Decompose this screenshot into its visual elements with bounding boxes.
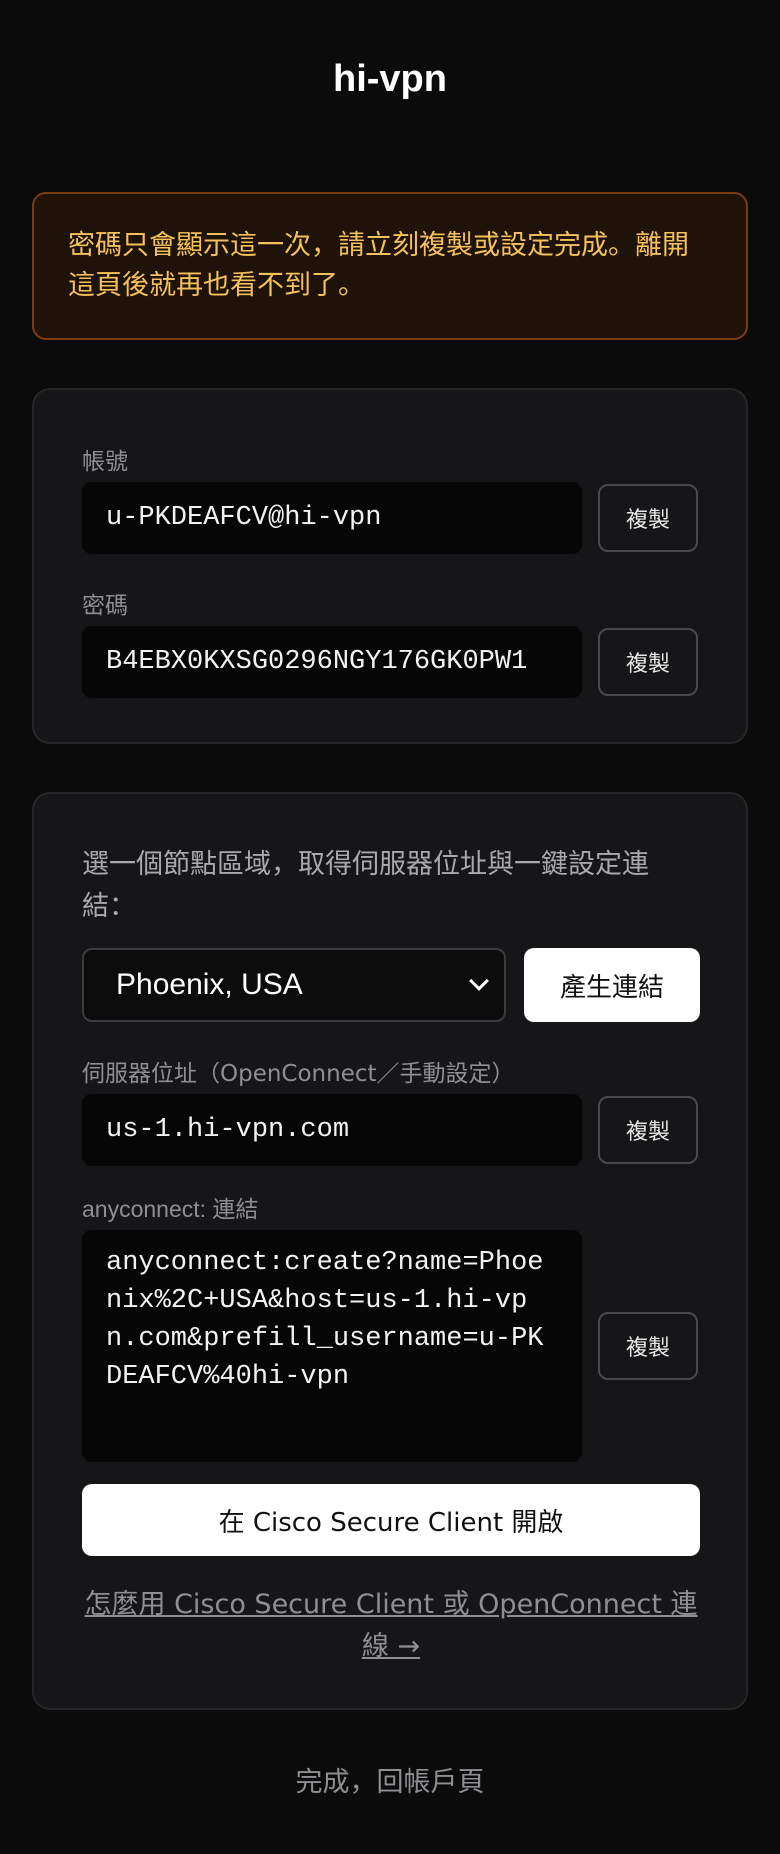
app-title: hi-vpn (333, 58, 447, 100)
credentials-card: 帳號 u-PKDEAFCV@hi-vpn 複製 密碼 B4EBX0KXSG029… (32, 388, 748, 744)
password-label: 密碼 (82, 593, 128, 619)
howto-link[interactable]: 怎麼用 Cisco Secure Client 或 OpenConnect 連線… (82, 1584, 700, 1668)
password-field[interactable]: B4EBX0KXSG0296NGY176GK0PW1 (82, 626, 582, 698)
server-address-label: 伺服器位址（OpenConnect／手動設定） (82, 1061, 515, 1087)
region-prompt: 選一個節點區域，取得伺服器位址與一鍵設定連結： (82, 849, 649, 922)
done-back-to-account-link[interactable]: 完成，回帳戶頁 (0, 1760, 780, 1799)
anyconnect-link-label: anyconnect: 連結 (82, 1196, 259, 1222)
generate-link-button[interactable]: 產生連結 (524, 948, 700, 1022)
server-address-field[interactable]: us-1.hi-vpn.com (82, 1094, 582, 1166)
copy-password-button[interactable]: 複製 (598, 628, 698, 696)
open-in-cisco-button[interactable]: 在 Cisco Secure Client 開啟 (82, 1484, 700, 1556)
copy-server-button[interactable]: 複製 (598, 1096, 698, 1164)
chevron-down-icon (469, 971, 489, 991)
region-card: 選一個節點區域，取得伺服器位址與一鍵設定連結： Phoenix, USA 產生連… (32, 792, 748, 1710)
account-field[interactable]: u-PKDEAFCV@hi-vpn (82, 482, 582, 554)
copy-account-button[interactable]: 複製 (598, 484, 698, 552)
password-warning-banner: 密碼只會顯示這一次，請立刻複製或設定完成。離開這頁後就再也看不到了。 (32, 192, 748, 340)
anyconnect-link-field[interactable]: anyconnect:create?name=Phoenix%2C+USA&ho… (82, 1230, 582, 1462)
copy-link-button[interactable]: 複製 (598, 1312, 698, 1380)
account-label: 帳號 (82, 449, 128, 475)
page: hi-vpn 密碼只會顯示這一次，請立刻複製或設定完成。離開這頁後就再也看不到了… (0, 0, 780, 1854)
region-select[interactable]: Phoenix, USA (82, 948, 506, 1022)
region-select-value: Phoenix, USA (116, 968, 303, 1001)
